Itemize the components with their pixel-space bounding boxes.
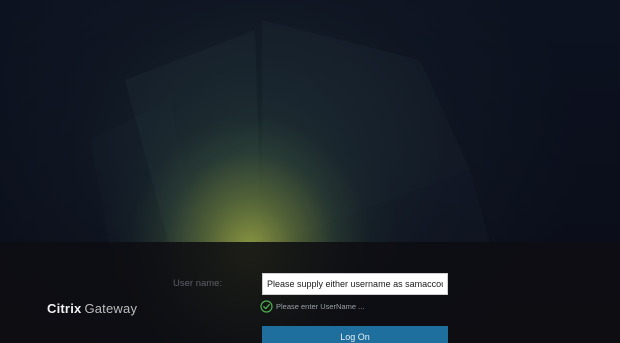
check-circle-icon xyxy=(260,299,273,313)
brand-name-bold: Citrix xyxy=(47,301,82,316)
username-input[interactable] xyxy=(262,273,448,295)
login-page: CitrixGateway User name: Please enter Us… xyxy=(0,0,620,343)
validation-text: Please enter UserName ... xyxy=(276,301,365,311)
citrix-gateway-logo: Citrix Gateway xyxy=(47,301,137,316)
validation-message: Please enter UserName ... xyxy=(260,298,364,314)
brand-name-light: Gateway xyxy=(84,301,138,316)
log-on-button[interactable]: Log On xyxy=(262,326,448,343)
username-label: User name: xyxy=(173,278,223,289)
